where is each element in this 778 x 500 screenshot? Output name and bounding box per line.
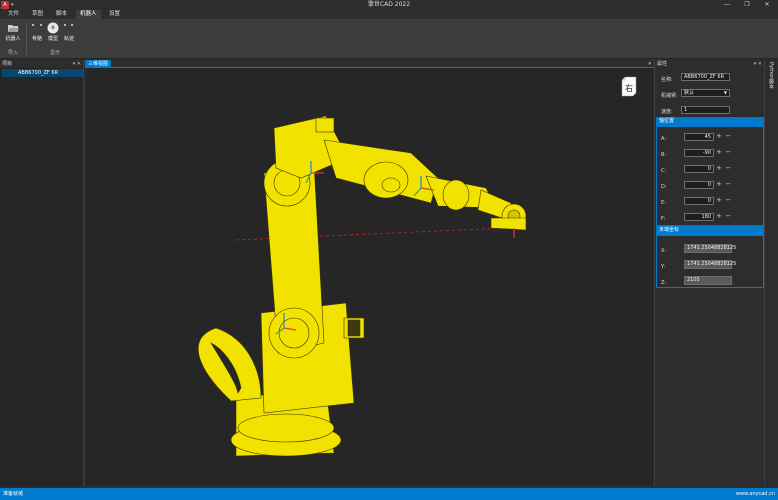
- properties-panel: 属性 ▾ ✕ 名称: ABB6700_ZF 6R 机械臂: 默认 ▼ 速度: 1…: [654, 60, 764, 486]
- decrement-icon[interactable]: −: [724, 181, 732, 189]
- increment-icon[interactable]: +: [715, 133, 723, 141]
- axis-b-field[interactable]: -90: [684, 149, 714, 157]
- project-panel: 项目 ▾ ✕ ABB6700_ZF 6R: [0, 60, 84, 486]
- axis-d-field[interactable]: 0: [684, 181, 714, 189]
- coord-z-label: Z:: [661, 280, 667, 286]
- arm-select[interactable]: 默认 ▼: [681, 89, 730, 97]
- panel-pin-icon[interactable]: ▾ ✕: [73, 60, 81, 68]
- axis-a-label: A:: [661, 136, 667, 142]
- axis-f-field[interactable]: 180: [684, 213, 714, 221]
- coord-y-field: 1741.25048828125: [684, 260, 736, 269]
- project-tree-item[interactable]: ABB6700_ZF 6R: [2, 69, 83, 77]
- axis-f-label: F:: [661, 216, 666, 222]
- properties-pin-icon[interactable]: ▾ ✕: [754, 60, 762, 68]
- group-separator: [26, 23, 27, 55]
- speed-label: 速度:: [661, 109, 673, 115]
- group-label-import: 导入: [8, 50, 19, 56]
- menu-robot[interactable]: 机器人: [76, 10, 101, 19]
- properties-panel-title: 属性: [657, 61, 668, 67]
- menu-bar: 文件 草图 脚本 机器人 设置: [0, 10, 778, 19]
- axis-a-field[interactable]: 45: [684, 133, 714, 141]
- project-panel-header: 项目 ▾ ✕: [0, 60, 83, 68]
- skeleton-icon: [32, 24, 42, 26]
- decrement-icon[interactable]: −: [724, 149, 732, 157]
- properties-panel-header: 属性 ▾ ✕: [655, 60, 764, 68]
- increment-icon[interactable]: +: [715, 165, 723, 173]
- title-bar: A ▾ 擎世CAD 2022 — ❐ ✕: [0, 0, 778, 10]
- speed-field[interactable]: 1: [681, 106, 730, 114]
- coord-z-field: 2105: [684, 276, 732, 285]
- coord-x-field: 1741.25048828125: [684, 244, 736, 253]
- increment-icon[interactable]: +: [715, 149, 723, 157]
- name-field[interactable]: ABB6700_ZF 6R: [681, 73, 730, 81]
- axis-c-field[interactable]: 0: [684, 165, 714, 173]
- axis-section-header[interactable]: 轴位置: [656, 117, 764, 126]
- python-script-strip[interactable]: Python脚本: [764, 60, 778, 486]
- import-robot-button[interactable]: 机器人: [4, 22, 22, 42]
- status-bar: 准备就绪 www.anycad.cn: [0, 488, 778, 500]
- axis-d-label: D:: [661, 184, 667, 190]
- model-icon: [47, 22, 59, 34]
- ribbon: 机器人 导入 骨骼 模型 轨迹 显示: [0, 19, 778, 59]
- decrement-icon[interactable]: −: [724, 133, 732, 141]
- tab-3d-view[interactable]: 三维视图: [85, 60, 112, 68]
- arm-select-value: 默认: [684, 90, 695, 96]
- axis-b-label: B:: [661, 152, 667, 158]
- show-trajectory-button[interactable]: 轨迹: [62, 22, 76, 42]
- axis-e-label: E:: [661, 200, 666, 206]
- model-label: 模型: [47, 36, 58, 42]
- website-link[interactable]: www.anycad.cn: [736, 488, 775, 500]
- increment-icon[interactable]: +: [715, 213, 723, 221]
- show-model-button[interactable]: 模型: [46, 22, 60, 42]
- decrement-icon[interactable]: −: [724, 213, 732, 221]
- axis-c-label: C:: [661, 168, 667, 174]
- tab-dropdown-icon[interactable]: ▾: [648, 60, 651, 68]
- chevron-down-icon: ▼: [723, 90, 727, 95]
- view-cube[interactable]: 右: [621, 76, 637, 97]
- python-script-tab[interactable]: Python脚本: [768, 62, 775, 89]
- decrement-icon[interactable]: −: [724, 165, 732, 173]
- coord-y-label: Y:: [661, 264, 666, 270]
- 3d-viewport[interactable]: 右: [86, 68, 653, 485]
- menu-sketch[interactable]: 草图: [28, 10, 47, 19]
- robot-model: [198, 115, 527, 457]
- folder-open-icon: [8, 25, 19, 32]
- coord-x-label: X:: [661, 248, 667, 254]
- import-robot-label: 机器人: [5, 36, 21, 42]
- skeleton-label: 骨骼: [31, 36, 42, 42]
- arm-label: 机械臂:: [661, 93, 678, 99]
- document-tabstrip: 三维视图 ▾: [85, 60, 654, 68]
- menu-file[interactable]: 文件: [4, 10, 23, 19]
- trajectory-label: 轨迹: [63, 36, 74, 42]
- project-panel-title: 项目: [2, 61, 13, 67]
- end-coord-section-header[interactable]: 末端坐标: [656, 226, 764, 235]
- trajectory-icon: [64, 24, 73, 26]
- group-label-display: 显示: [50, 50, 61, 56]
- increment-icon[interactable]: +: [715, 197, 723, 205]
- menu-script[interactable]: 脚本: [52, 10, 71, 19]
- window-title: 擎世CAD 2022: [367, 1, 411, 8]
- status-text: 准备就绪: [3, 491, 24, 497]
- axis-section-body: [656, 126, 764, 226]
- show-skeleton-button[interactable]: 骨骼: [30, 22, 44, 42]
- increment-icon[interactable]: +: [715, 181, 723, 189]
- name-label: 名称:: [661, 77, 673, 83]
- restore-button[interactable]: ❐: [737, 0, 757, 10]
- axis-e-field[interactable]: 0: [684, 197, 714, 205]
- menu-settings[interactable]: 设置: [105, 10, 124, 19]
- view-cube-face-label: 右: [625, 83, 633, 93]
- decrement-icon[interactable]: −: [724, 197, 732, 205]
- minimize-button[interactable]: —: [717, 0, 737, 10]
- close-button[interactable]: ✕: [757, 0, 777, 10]
